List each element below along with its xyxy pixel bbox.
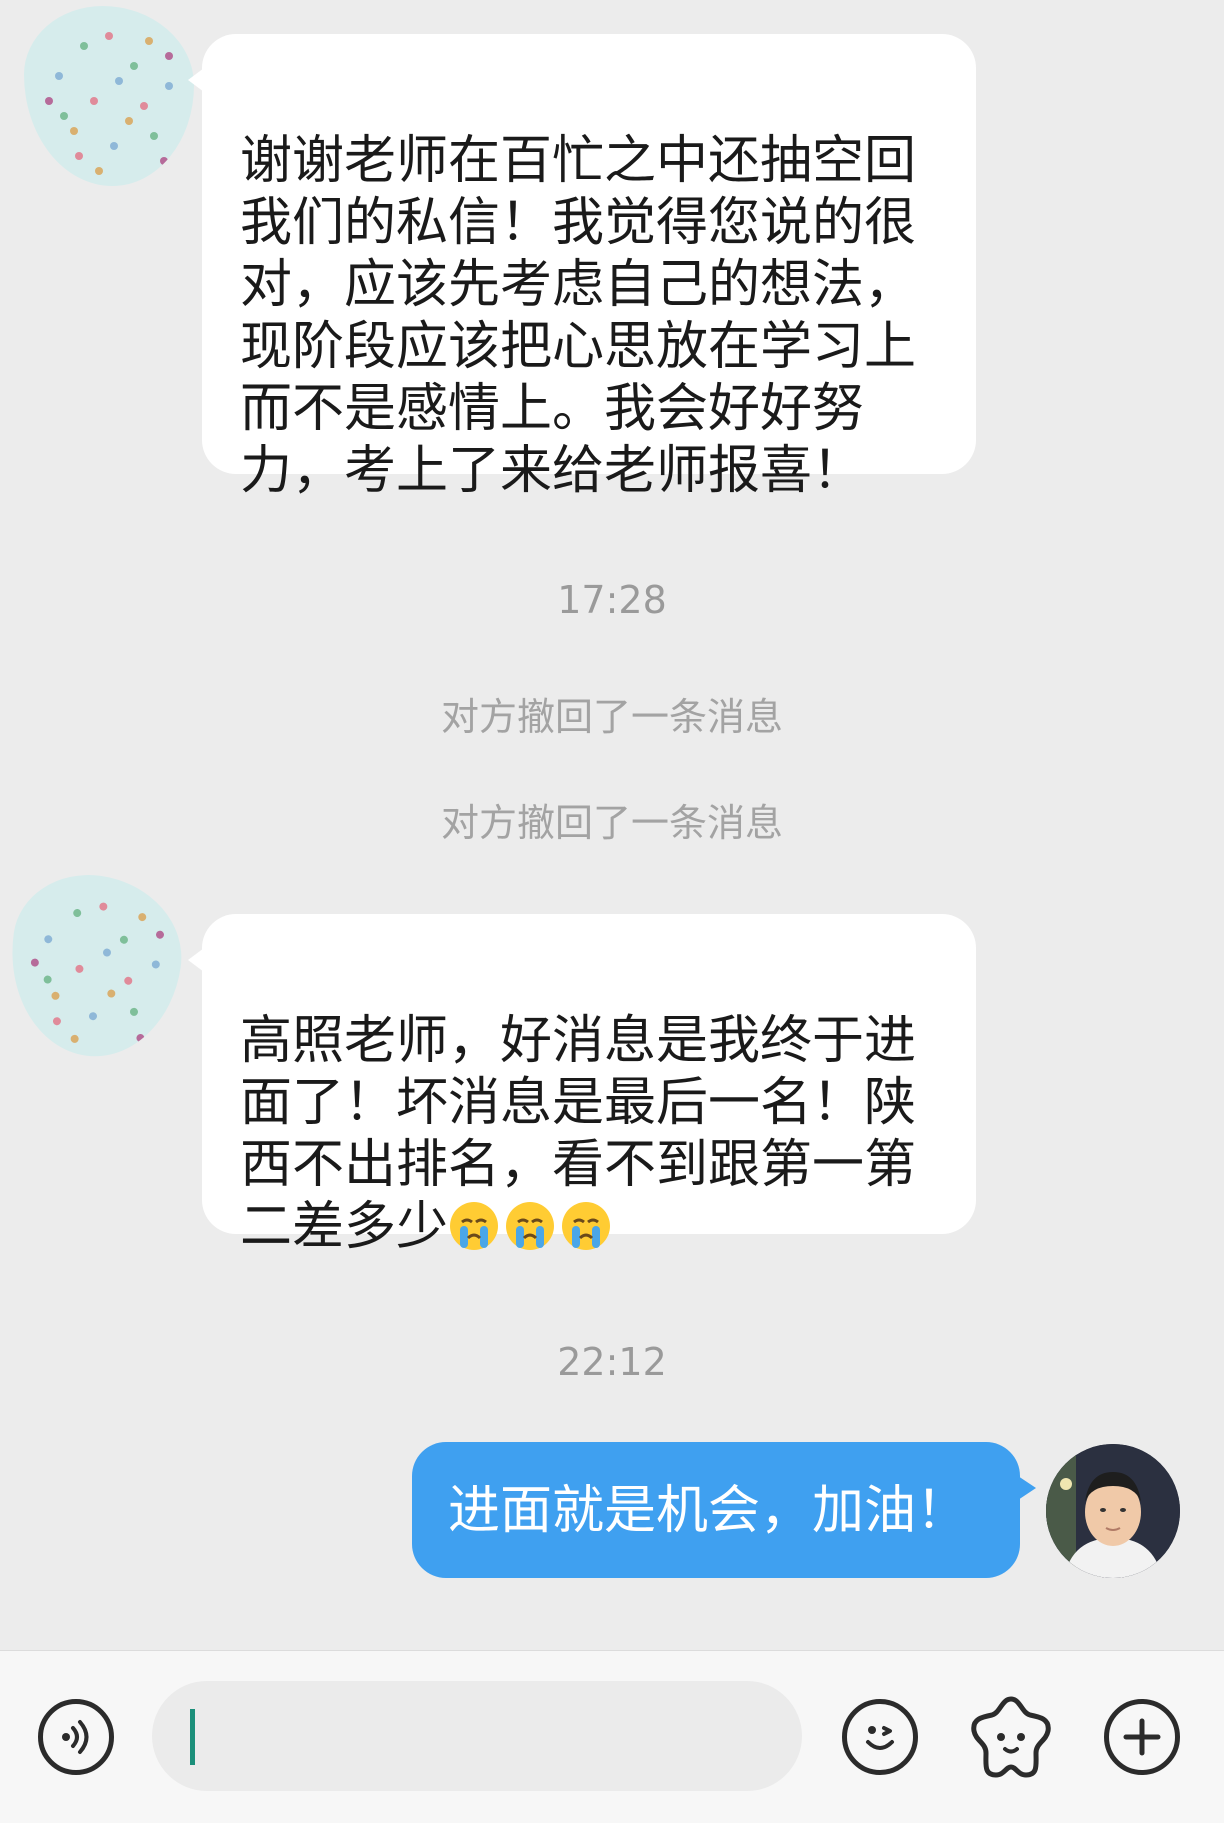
outgoing-message-bubble[interactable]: 进面就是机会，加油！: [412, 1442, 1036, 1578]
crying-emoji-group: [448, 1197, 616, 1257]
voice-button[interactable]: [38, 1699, 114, 1775]
polka-dot-pattern: [45, 32, 173, 175]
chat-area: 谢谢老师在百忙之中还抽空回 我们的私信！我觉得您说的很 对，应该先考虑自己的想法…: [0, 0, 1224, 1650]
user-avatar[interactable]: [1046, 1444, 1180, 1578]
text-caret: [190, 1709, 195, 1765]
crying-face-icon: [562, 1202, 611, 1250]
crying-face-icon: [450, 1202, 499, 1250]
crying-face-icon: [506, 1202, 555, 1250]
emoji-icon: [866, 1726, 894, 1750]
contact-avatar[interactable]: [0, 865, 192, 1067]
sticker-icon: [971, 1696, 1051, 1778]
input-bar: [0, 1650, 1224, 1823]
more-button[interactable]: [1104, 1699, 1180, 1775]
system-notice-recalled: 对方撤回了一条消息: [440, 695, 783, 739]
plus-icon: [1123, 1718, 1161, 1756]
sticker-button[interactable]: [966, 1691, 1056, 1781]
emoji-button[interactable]: [842, 1699, 918, 1775]
incoming-message-bubble[interactable]: 谢谢老师在百忙之中还抽空回 我们的私信！我觉得您说的很 对，应该先考虑自己的想法…: [188, 34, 976, 501]
timestamp: 22:12: [557, 1340, 667, 1384]
message-input[interactable]: [152, 1681, 802, 1791]
system-notice-recalled: 对方撤回了一条消息: [440, 801, 783, 845]
voice-icon: [62, 1720, 89, 1754]
incoming-message-bubble[interactable]: 高照老师，好消息是我终于进 面了！坏消息是最后一名！陕 西不出排名，看不到跟第一…: [188, 914, 976, 1257]
message-text: 谢谢老师在百忙之中还抽空回 我们的私信！我觉得您说的很 对，应该先考虑自己的想法…: [240, 131, 917, 501]
timestamp: 17:28: [557, 578, 667, 622]
contact-avatar[interactable]: [24, 6, 194, 186]
polka-dot-pattern: [30, 902, 164, 1043]
user-photo: [1046, 1444, 1180, 1578]
message-text: 进面就是机会，加油！: [448, 1481, 969, 1541]
